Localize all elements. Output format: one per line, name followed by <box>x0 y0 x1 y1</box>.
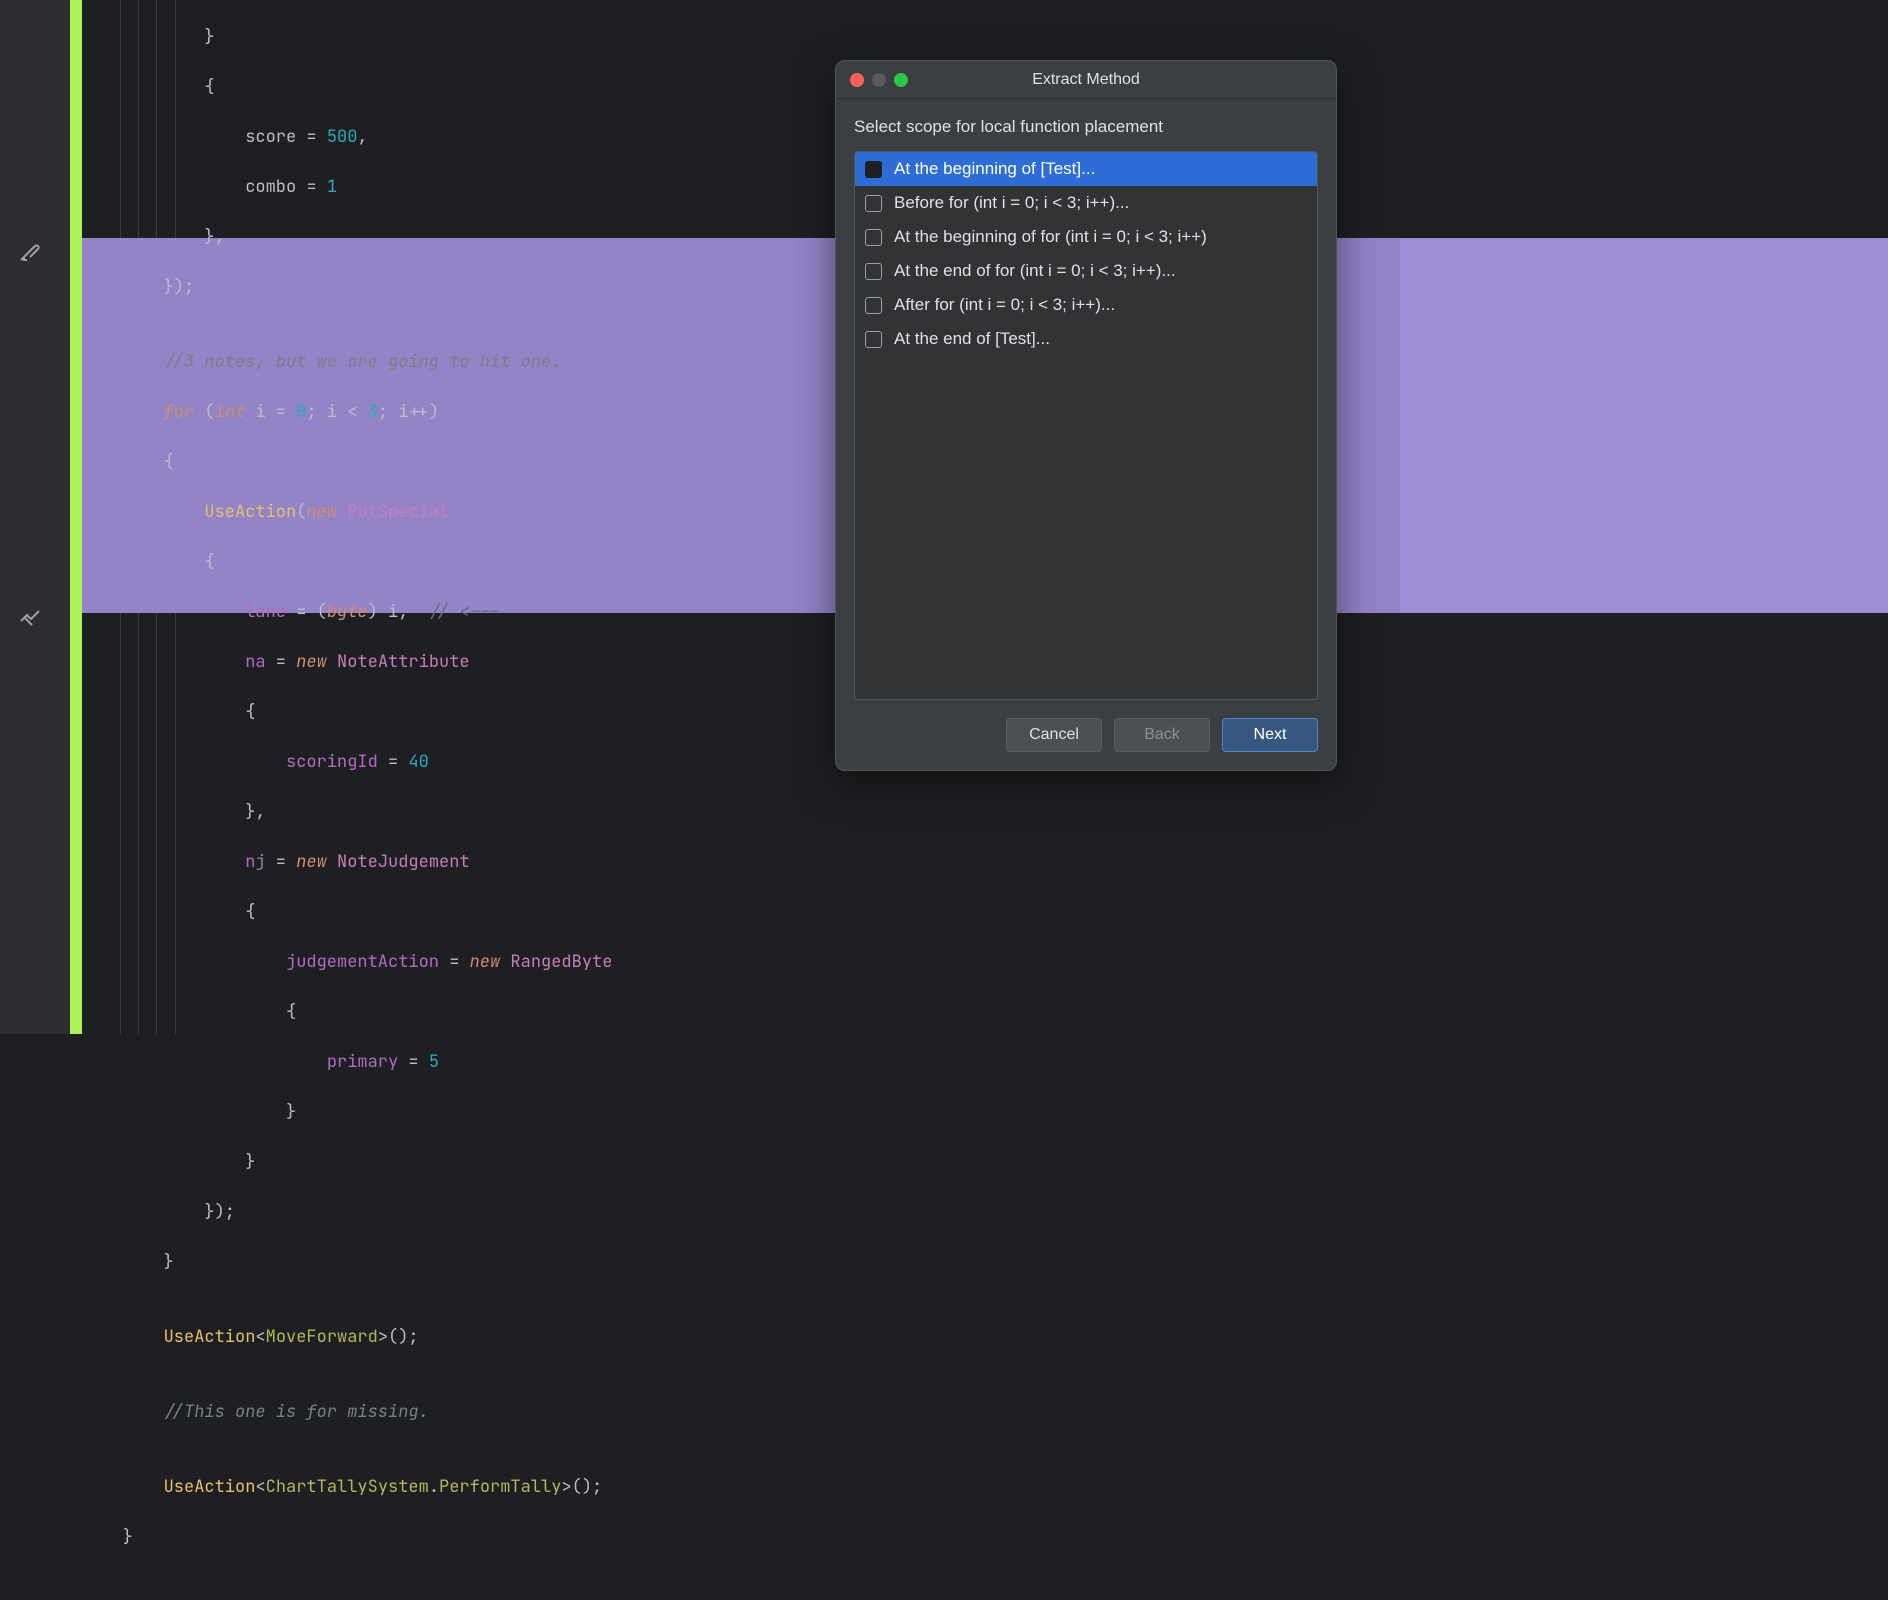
brush-icon[interactable] <box>18 240 42 264</box>
code-content: } { score = 500, combo = 1 }, }); //3 no… <box>82 0 1888 1600</box>
build-icon[interactable] <box>18 604 42 628</box>
scope-option-label: At the end of [Test]... <box>894 329 1050 349</box>
vcs-change-marker <box>70 0 82 1034</box>
tool-window-strip <box>0 0 60 1034</box>
checkbox-icon[interactable] <box>865 331 882 348</box>
gutter-bg <box>60 0 70 1034</box>
